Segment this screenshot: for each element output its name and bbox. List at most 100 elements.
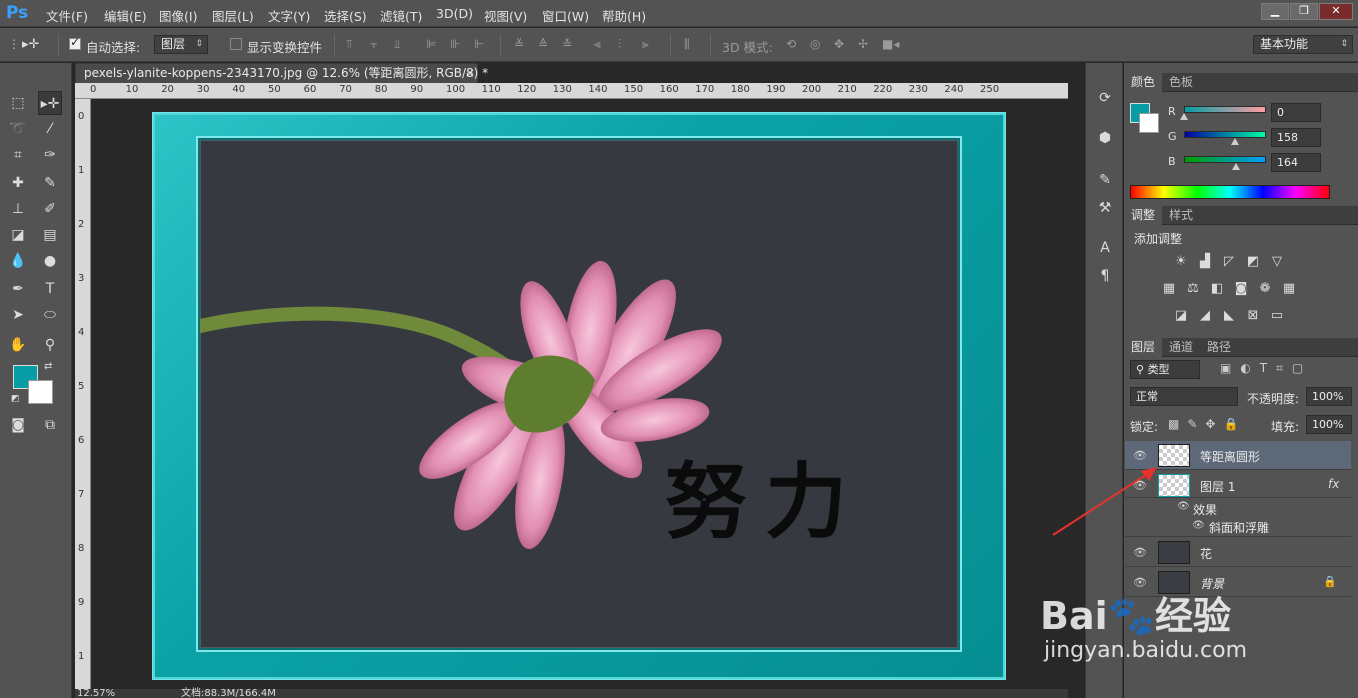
document-tab[interactable]: pexels-ylanite-koppens-2343170.jpg @ 12.…	[75, 63, 488, 83]
levels-icon[interactable]: ▟	[1196, 254, 1214, 270]
photo-filter-icon[interactable]: ◙	[1232, 281, 1250, 297]
align-right-icon[interactable]: ⊩	[474, 37, 488, 52]
hue-saturation-icon[interactable]: ▦	[1160, 281, 1178, 297]
g-slider[interactable]	[1184, 131, 1266, 138]
selective-color-icon[interactable]: ⊠	[1244, 308, 1262, 324]
close-button[interactable]: ✕	[1319, 3, 1353, 20]
layer-filter-dropdown[interactable]: ⚲ 类型	[1130, 360, 1200, 379]
3d-roll-icon[interactable]: ◎	[810, 37, 828, 52]
tab-paths[interactable]: 路径	[1200, 338, 1238, 357]
distribute-right-icon[interactable]: ⫸	[642, 37, 656, 52]
b-slider[interactable]	[1184, 156, 1266, 163]
tab-color[interactable]: 颜色	[1124, 73, 1163, 92]
menu-help[interactable]: 帮助(H)	[602, 6, 646, 25]
auto-select-checkbox[interactable]	[69, 35, 81, 50]
distribute-bottom-icon[interactable]: ≛	[562, 37, 576, 52]
color-spectrum[interactable]	[1130, 185, 1330, 199]
fill-field[interactable]: 100%	[1306, 415, 1352, 434]
r-slider-thumb[interactable]	[1180, 113, 1188, 120]
lock-icons[interactable]: ▩✎✥🔒	[1168, 417, 1246, 431]
move-tool-preset-icon[interactable]: ▸✛	[22, 37, 46, 52]
menu-file[interactable]: 文件(F)	[46, 6, 88, 25]
tab-styles[interactable]: 样式	[1162, 206, 1200, 225]
workspace-dropdown[interactable]: 基本功能 ⇕	[1253, 35, 1353, 54]
3d-slide-icon[interactable]: ✢	[858, 37, 876, 52]
crop-tool-icon[interactable]: ⌗	[6, 143, 30, 167]
fx-icon[interactable]: fx	[1328, 477, 1339, 491]
blur-tool-icon[interactable]: 💧	[6, 249, 30, 273]
character-icon[interactable]: A	[1093, 237, 1117, 259]
distribute-top-icon[interactable]: ≚	[514, 37, 528, 52]
ellipse-tool-icon[interactable]: ⬭	[38, 303, 62, 327]
channel-mixer-icon[interactable]: ❁	[1256, 281, 1274, 297]
curves-icon[interactable]: ◸	[1220, 254, 1238, 270]
bg-color-chip[interactable]	[1139, 113, 1159, 133]
3d-pan-icon[interactable]: ✥	[834, 37, 852, 52]
hand-tool-icon[interactable]: ✋	[6, 333, 30, 357]
align-bottom-icon[interactable]: ⫫	[394, 37, 408, 52]
align-top-icon[interactable]: ⫪	[346, 37, 360, 52]
brush-tool-icon[interactable]: ✎	[38, 171, 62, 195]
g-value[interactable]: 158	[1271, 128, 1321, 147]
eraser-tool-icon[interactable]: ◪	[6, 223, 30, 247]
brush-preset-icon[interactable]: ✎	[1093, 169, 1117, 191]
opacity-field[interactable]: 100%	[1306, 387, 1352, 406]
transform-controls-checkbox[interactable]	[230, 38, 242, 50]
align-vcenter-icon[interactable]: ⫟	[370, 37, 384, 52]
distribute-hcenter-icon[interactable]: ⫶	[618, 37, 632, 52]
menu-window[interactable]: 窗口(W)	[542, 6, 589, 25]
invert-icon[interactable]: ◪	[1172, 308, 1190, 324]
bevel-emboss-label[interactable]: 斜面和浮雕	[1209, 519, 1269, 536]
color-balance-icon[interactable]: ⚖	[1184, 281, 1202, 297]
history-brush-tool-icon[interactable]: ✐	[38, 197, 62, 221]
swap-colors-icon[interactable]: ⇄	[44, 361, 52, 372]
tab-swatches[interactable]: 色板	[1162, 73, 1200, 92]
auto-align-icon[interactable]: ⫼	[684, 37, 698, 52]
tab-channels[interactable]: 通道	[1162, 338, 1200, 357]
3d-scale-icon[interactable]: ■◂	[882, 37, 900, 52]
history-icon[interactable]: ⟳	[1093, 87, 1117, 109]
quick-select-tool-icon[interactable]: ⁄	[38, 117, 62, 141]
restore-button[interactable]: ❐	[1290, 3, 1318, 20]
eye-icon[interactable]: 👁	[1177, 501, 1190, 512]
paragraph-icon[interactable]: ¶	[1093, 265, 1117, 287]
r-slider[interactable]	[1184, 106, 1266, 113]
exposure-icon[interactable]: ◩	[1244, 254, 1262, 270]
3d-panel-icon[interactable]: ⬢	[1093, 127, 1117, 149]
tab-adjustments[interactable]: 调整	[1124, 206, 1163, 225]
default-colors-icon[interactable]: ◩	[11, 394, 20, 404]
clone-stamp-tool-icon[interactable]: ⊥	[6, 197, 30, 221]
layer-filter-icons[interactable]: ▣◐T⌗▢	[1220, 361, 1312, 376]
background-color-swatch[interactable]	[28, 380, 53, 404]
menu-select[interactable]: 选择(S)	[324, 6, 367, 25]
menu-layer[interactable]: 图层(L)	[212, 6, 254, 25]
eye-icon[interactable]: 👁	[1133, 546, 1147, 560]
lasso-tool-icon[interactable]: ➰	[6, 117, 30, 141]
menu-filter[interactable]: 滤镜(T)	[380, 6, 422, 25]
brightness-icon[interactable]: ☀	[1172, 254, 1190, 270]
menu-image[interactable]: 图像(I)	[159, 6, 197, 25]
healing-brush-tool-icon[interactable]: ✚	[6, 171, 30, 195]
zoom-status[interactable]: 12.57%	[77, 689, 115, 698]
tool-preset-icon[interactable]: ⚒	[1093, 197, 1117, 219]
marquee-tool-icon[interactable]: ⬚	[6, 91, 30, 115]
dodge-tool-icon[interactable]: ●	[38, 249, 62, 273]
menu-view[interactable]: 视图(V)	[484, 6, 527, 25]
distribute-left-icon[interactable]: ⫷	[594, 37, 608, 52]
blend-mode-dropdown[interactable]: 正常	[1130, 387, 1238, 406]
screen-mode-icon[interactable]: ⧉	[38, 413, 62, 437]
distribute-vcenter-icon[interactable]: ≙	[538, 37, 552, 52]
auto-select-dropdown[interactable]: 图层 ⇕	[154, 35, 208, 54]
threshold-icon[interactable]: ◣	[1220, 308, 1238, 324]
pen-tool-icon[interactable]: ✒	[6, 277, 30, 301]
align-hcenter-icon[interactable]: ⊪	[450, 37, 464, 52]
tab-layers[interactable]: 图层	[1124, 338, 1163, 357]
menu-3d[interactable]: 3D(D)	[436, 6, 473, 21]
color-lookup-icon[interactable]: ▦	[1280, 281, 1298, 297]
close-tab-icon[interactable]: ×	[465, 64, 475, 83]
move-tool-icon[interactable]: ▸✛	[38, 91, 62, 115]
zoom-tool-icon[interactable]: ⚲	[38, 333, 62, 357]
eye-icon[interactable]: 👁	[1192, 520, 1205, 531]
gradient-tool-icon[interactable]: ▤	[38, 223, 62, 247]
minimize-button[interactable]: ▁	[1261, 3, 1289, 20]
